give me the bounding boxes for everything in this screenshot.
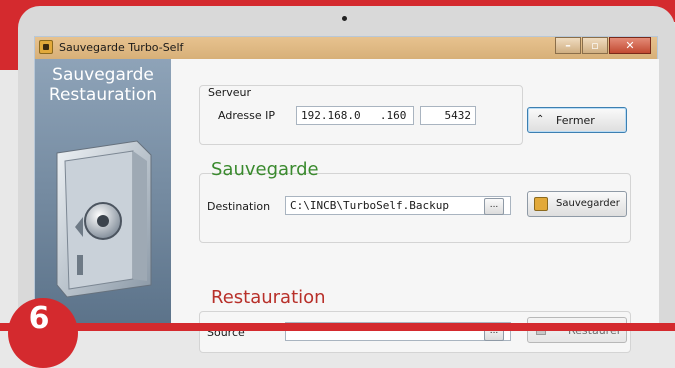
ip-address-last-octet: .160 xyxy=(379,109,407,122)
destination-value: C:\INCB\TurboSelf.Backup xyxy=(290,199,449,212)
maximize-button[interactable]: ▫ xyxy=(582,37,608,54)
ip-address-label: Adresse IP xyxy=(218,109,275,122)
minimize-button[interactable]: – xyxy=(555,37,581,54)
chevron-up-icon: ⌃ xyxy=(536,114,545,125)
serveur-group-label: Serveur xyxy=(208,86,252,99)
app-window: Sauvegarde Turbo-Self – ▫ ✕ Sauvegarde R… xyxy=(34,36,659,353)
app-icon xyxy=(39,40,53,54)
destination-browse-button[interactable]: ... xyxy=(484,198,504,215)
ip-address-value: 192.168.0 xyxy=(301,109,361,122)
destination-input[interactable]: C:\INCB\TurboSelf.Backup xyxy=(285,196,511,215)
banner-title: Sauvegarde Restauration xyxy=(35,65,171,105)
sauvegarder-label: Sauvegarder xyxy=(556,198,620,209)
side-banner: Sauvegarde Restauration xyxy=(35,59,171,329)
save-icon xyxy=(534,197,548,211)
sauvegarde-title: Sauvegarde xyxy=(211,159,319,180)
fermer-label: Fermer xyxy=(556,114,595,127)
sauvegarder-button[interactable]: Sauvegarder xyxy=(527,191,627,217)
safe-illustration xyxy=(56,140,152,298)
destination-label: Destination xyxy=(207,200,271,213)
promo-red-footer xyxy=(0,323,675,331)
title-bar[interactable]: Sauvegarde Turbo-Self – ▫ ✕ xyxy=(35,37,657,60)
port-value: 5432 xyxy=(444,109,472,122)
banner-title-line1: Sauvegarde xyxy=(52,65,154,85)
fermer-button[interactable]: ⌃ Fermer xyxy=(527,107,627,133)
step-number-badge: 6 xyxy=(8,298,78,368)
serveur-group: Serveur Adresse IP 192.168.0 .160 5432 xyxy=(199,85,523,145)
window-title: Sauvegarde Turbo-Self xyxy=(59,41,184,54)
ip-address-input[interactable]: 192.168.0 .160 xyxy=(296,106,414,125)
restauration-title: Restauration xyxy=(211,287,326,308)
port-input[interactable]: 5432 xyxy=(420,106,476,125)
close-button[interactable]: ✕ xyxy=(609,37,651,54)
window-controls: – ▫ ✕ xyxy=(554,37,651,55)
main-content: Serveur Adresse IP 192.168.0 .160 5432 ⌃… xyxy=(171,59,659,353)
banner-title-line2: Restauration xyxy=(48,85,158,105)
webcam-dot xyxy=(342,16,347,21)
